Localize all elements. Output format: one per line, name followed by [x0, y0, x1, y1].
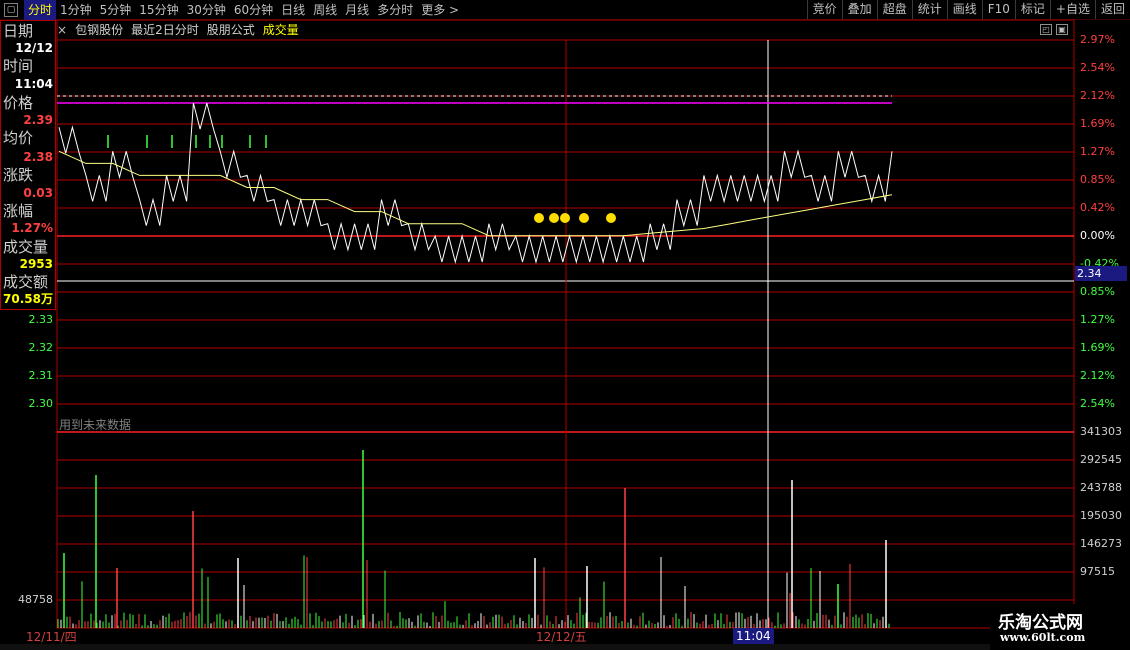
- right-axis-label: 0.85%: [1080, 173, 1115, 186]
- status-bar: [0, 644, 990, 650]
- average-line: [58, 150, 893, 237]
- right-axis-label: 0.85%: [1080, 285, 1115, 298]
- date-label-day2: 12/12/五: [536, 630, 587, 644]
- volume-axis-label: 97515: [1080, 565, 1115, 578]
- cursor-time-box: 11:04: [733, 628, 774, 644]
- signal-marker: [579, 213, 589, 223]
- right-axis-label: 0.42%: [1080, 201, 1115, 214]
- amount-value: 70.58万: [3, 292, 53, 306]
- stock-name: 包钢股份: [75, 23, 124, 37]
- date-label-day1: 12/11/四: [26, 630, 77, 644]
- pct-label: 涨幅: [3, 202, 34, 220]
- volume-indicator: 成交量: [262, 23, 299, 37]
- price-value: 2.39: [23, 113, 53, 127]
- chart-description: 最近2日分时: [131, 23, 199, 37]
- date-value: 12/12: [15, 41, 53, 55]
- amount-label: 成交额: [3, 273, 49, 291]
- date-label: 日期: [3, 22, 34, 40]
- change-value: 0.03: [23, 186, 53, 200]
- info-panel: 日期 12/12 时间 11:04 价格 2.39 均价 2.38 涨跌 0.0…: [0, 20, 56, 310]
- volume-axis-label: 195030: [1080, 509, 1122, 522]
- right-axis-label: 2.54%: [1080, 397, 1115, 410]
- time-value: 11:04: [14, 77, 53, 91]
- volume-axis-label: 243788: [1080, 481, 1122, 494]
- formula-name: 股朋公式: [206, 23, 255, 37]
- volume-axis-label: 292545: [1080, 453, 1122, 466]
- restore-icon[interactable]: ◰: [1040, 24, 1052, 35]
- volume-label: 成交量: [3, 238, 49, 256]
- cursor-price-box: 2.34: [1075, 266, 1127, 281]
- intraday-chart[interactable]: [0, 0, 1130, 650]
- volume-axis-label: 341303: [1080, 425, 1122, 438]
- avg-label: 均价: [3, 129, 34, 147]
- signal-marker: [549, 213, 559, 223]
- signal-marker: [560, 213, 570, 223]
- signal-marker: [534, 213, 544, 223]
- right-axis-label: 1.69%: [1080, 117, 1115, 130]
- avg-value: 2.38: [23, 150, 53, 164]
- left-axis-label: 2.33: [28, 313, 54, 326]
- chart-title-bar: × 包钢股份 最近2日分时 股朋公式 成交量: [57, 20, 299, 40]
- right-axis-label: 2.54%: [1080, 61, 1115, 74]
- right-axis-label: 2.12%: [1080, 89, 1115, 102]
- watermark-url: www.60lt.com: [1000, 631, 1086, 644]
- left-axis-label: 2.31: [28, 369, 54, 382]
- right-axis-label: 1.27%: [1080, 145, 1115, 158]
- future-data-note: 用到未来数据: [59, 418, 132, 432]
- change-label: 涨跌: [3, 166, 34, 184]
- volume-axis-label: 146273: [1080, 537, 1122, 550]
- settings-icon[interactable]: ▣: [1056, 24, 1068, 35]
- price-label: 价格: [3, 94, 34, 112]
- watermark: 乐淘公式网 www.60lt.com: [990, 604, 1130, 650]
- right-axis-label: 1.27%: [1080, 313, 1115, 326]
- left-axis-label: 2.30: [28, 397, 54, 410]
- right-axis-label: 0.00%: [1080, 229, 1115, 242]
- volume-axis-label-left: 48758: [18, 593, 53, 606]
- close-icon[interactable]: ×: [57, 20, 67, 40]
- left-axis-label: 2.32: [28, 341, 54, 354]
- signal-marker: [606, 213, 616, 223]
- pct-value: 1.27%: [11, 221, 53, 235]
- volume-value: 2953: [19, 257, 53, 271]
- right-axis-label: 2.97%: [1080, 33, 1115, 46]
- watermark-title: 乐淘公式网: [998, 613, 1083, 633]
- right-axis-label: 1.69%: [1080, 341, 1115, 354]
- right-axis-label: 2.12%: [1080, 369, 1115, 382]
- price-line: [58, 102, 893, 264]
- chart-window-controls: ◰ ▣: [1040, 24, 1068, 35]
- time-label: 时间: [3, 57, 34, 75]
